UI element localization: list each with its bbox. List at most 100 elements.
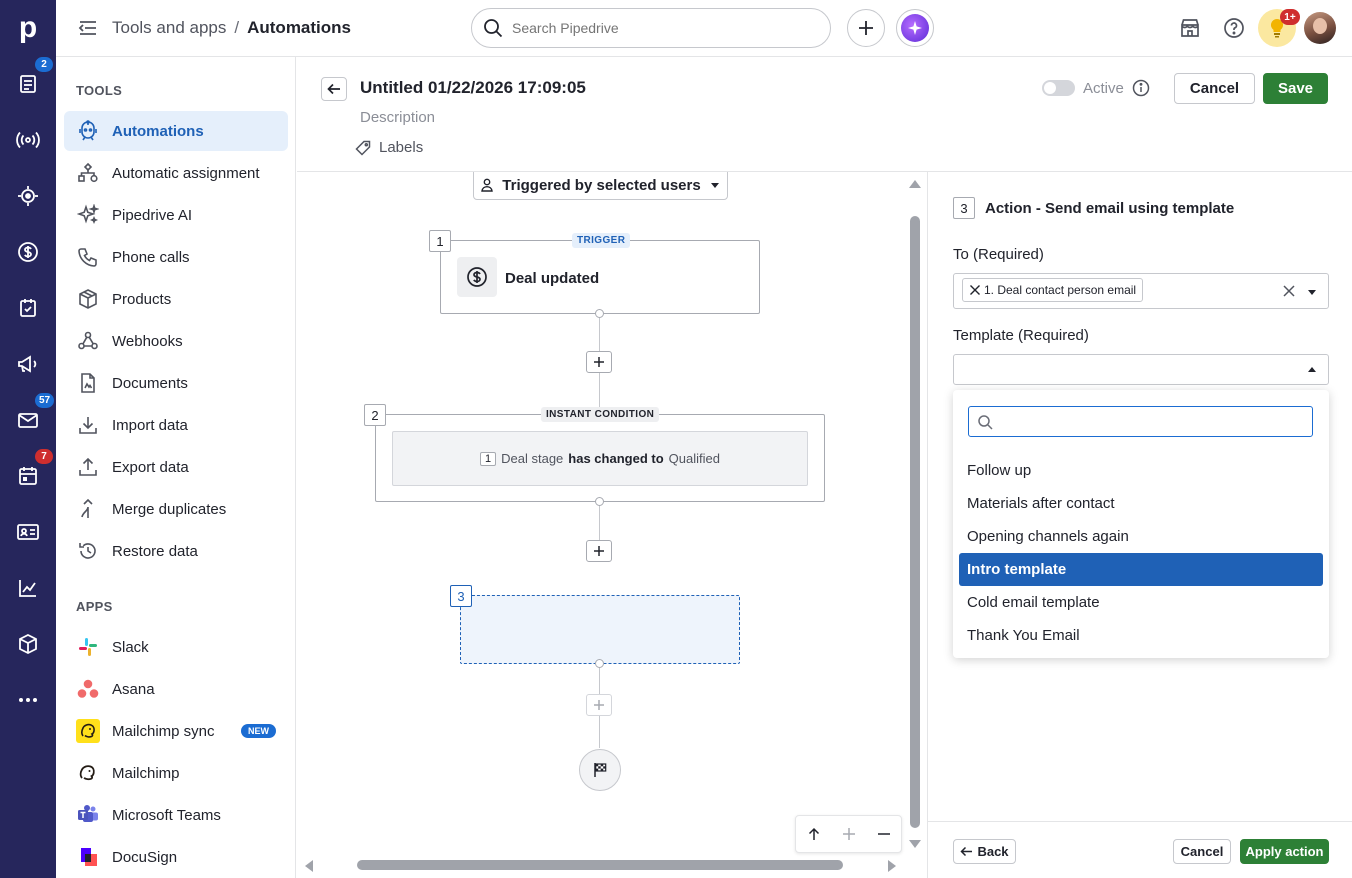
template-search-input[interactable] <box>999 413 1299 430</box>
caret-up-icon[interactable] <box>1306 364 1318 376</box>
add-step-button[interactable] <box>586 694 612 716</box>
node-number-3: 3 <box>450 585 472 607</box>
panel-step-number: 3 <box>953 197 975 219</box>
condition-node[interactable]: 1 Deal stage has changed to Qualified <box>375 414 825 502</box>
active-toggle[interactable] <box>1042 80 1075 96</box>
activities-nav-icon[interactable] <box>14 294 42 322</box>
sidebar-item-export-data[interactable]: Export data <box>64 447 288 487</box>
scroll-down-arrow-icon[interactable] <box>908 838 922 850</box>
search-input[interactable] <box>512 20 792 36</box>
fit-to-top-arrow-icon[interactable] <box>807 827 821 841</box>
sidebar-item-mailchimp[interactable]: Mailchimp <box>64 753 288 793</box>
plus-icon <box>593 545 605 557</box>
arrow-left-icon <box>960 845 973 858</box>
description-field[interactable]: Description <box>360 109 435 126</box>
sidebar-item-asana[interactable]: Asana <box>64 669 288 709</box>
connector-dot <box>595 497 604 506</box>
more-nav-icon[interactable] <box>14 686 42 714</box>
zoom-in-icon[interactable] <box>842 827 856 841</box>
caret-down-icon <box>709 179 721 191</box>
contacts-nav-icon[interactable] <box>14 518 42 546</box>
scroll-right-arrow-icon[interactable] <box>886 859 898 873</box>
template-option[interactable]: Opening channels again <box>959 520 1323 553</box>
sidebar-item-merge-duplicates[interactable]: Merge duplicates <box>64 489 288 529</box>
broadcast-nav-icon[interactable] <box>14 126 42 154</box>
merge-icon <box>76 497 100 521</box>
scroll-up-arrow-icon[interactable] <box>908 178 922 190</box>
help-icon[interactable] <box>1222 16 1246 40</box>
sidebar-item-webhooks[interactable]: Webhooks <box>64 321 288 361</box>
template-option[interactable]: Cold email template <box>959 586 1323 619</box>
deals-nav-icon[interactable] <box>14 70 42 98</box>
template-option[interactable]: Materials after contact <box>959 487 1323 520</box>
user-icon <box>480 178 494 192</box>
sidebar-item-restore-data[interactable]: Restore data <box>64 531 288 571</box>
sidebar-item-pipedrive-ai[interactable]: Pipedrive AI <box>64 195 288 235</box>
connector-dot <box>595 659 604 668</box>
products-nav-icon[interactable] <box>14 630 42 658</box>
campaigns-nav-icon[interactable] <box>14 350 42 378</box>
back-button[interactable] <box>321 77 347 101</box>
to-recipient-field[interactable]: 1. Deal contact person email <box>953 273 1329 309</box>
cancel-button[interactable]: Cancel <box>1174 73 1255 104</box>
trigger-mode-dropdown[interactable]: Triggered by selected users <box>473 172 728 200</box>
automation-title[interactable]: Untitled 01/22/2026 17:09:05 <box>360 78 586 98</box>
sidebar-item-documents[interactable]: Documents <box>64 363 288 403</box>
zoom-out-icon[interactable] <box>877 827 891 841</box>
condition-rule[interactable]: 1 Deal stage has changed to Qualified <box>392 431 808 486</box>
quick-add-button[interactable] <box>847 9 885 47</box>
slack-icon <box>76 635 100 659</box>
labels-button[interactable]: Labels <box>355 139 423 156</box>
pipedrive-logo[interactable]: p <box>0 0 56 56</box>
apps-heading: APPS <box>76 599 113 614</box>
sidebar-item-docusign[interactable]: DocuSign <box>64 837 288 877</box>
dollar-nav-icon[interactable] <box>14 238 42 266</box>
breadcrumb-separator: / <box>234 18 240 37</box>
restore-icon <box>76 539 100 563</box>
plus-icon <box>593 356 605 368</box>
clear-recipients-icon[interactable] <box>1283 285 1295 297</box>
breadcrumb-parent[interactable]: Tools and apps <box>112 18 226 38</box>
template-option[interactable]: Thank You Email <box>959 619 1323 652</box>
trigger-node[interactable]: Deal updated <box>440 240 760 314</box>
sidebar-item-automatic-assignment[interactable]: Automatic assignment <box>64 153 288 193</box>
apply-action-button[interactable]: Apply action <box>1240 839 1329 864</box>
template-option[interactable]: Follow up <box>959 454 1323 487</box>
insights-nav-icon[interactable] <box>14 574 42 602</box>
menu-collapse-icon[interactable] <box>76 16 100 40</box>
template-search[interactable] <box>968 406 1313 437</box>
action-node-placeholder[interactable] <box>460 595 740 664</box>
sidebar-item-import-data[interactable]: Import data <box>64 405 288 445</box>
sidebar-item-products[interactable]: Products <box>64 279 288 319</box>
global-search[interactable] <box>471 8 831 48</box>
sidebar-item-automations[interactable]: Automations <box>64 111 288 151</box>
leads-nav-icon[interactable] <box>14 182 42 210</box>
info-icon[interactable] <box>1132 79 1150 97</box>
add-step-button[interactable] <box>586 540 612 562</box>
sidebar-item-label: Automatic assignment <box>112 164 260 182</box>
caret-down-icon[interactable] <box>1306 286 1318 298</box>
sidebar-item-mailchimp-sync[interactable]: Mailchimp sync NEW <box>64 711 288 751</box>
remove-chip-icon[interactable] <box>969 284 981 296</box>
calendar-nav-icon[interactable] <box>14 462 42 490</box>
vertical-scrollbar[interactable] <box>910 216 920 828</box>
panel-cancel-button[interactable]: Cancel <box>1173 839 1231 864</box>
zoom-controls <box>795 815 902 853</box>
template-select[interactable] <box>953 354 1329 385</box>
sidebar-item-phone-calls[interactable]: Phone calls <box>64 237 288 277</box>
sidebar-item-label: Mailchimp sync <box>112 722 215 740</box>
ai-assistant-button[interactable] <box>896 9 934 47</box>
save-button[interactable]: Save <box>1263 73 1328 104</box>
template-option-selected[interactable]: Intro template <box>959 553 1323 586</box>
sidebar-item-slack[interactable]: Slack <box>64 627 288 667</box>
sidebar-item-microsoft-teams[interactable]: Microsoft Teams <box>64 795 288 835</box>
mail-nav-icon[interactable] <box>14 406 42 434</box>
marketplace-icon[interactable] <box>1178 16 1202 40</box>
scroll-left-arrow-icon[interactable] <box>303 859 315 873</box>
panel-back-button[interactable]: Back <box>953 839 1016 864</box>
horizontal-scrollbar[interactable] <box>357 860 843 870</box>
user-avatar[interactable] <box>1304 12 1336 44</box>
workflow-canvas[interactable]: Triggered by selected users Deal updated… <box>297 172 927 878</box>
add-step-button[interactable] <box>586 351 612 373</box>
end-node <box>579 749 621 791</box>
